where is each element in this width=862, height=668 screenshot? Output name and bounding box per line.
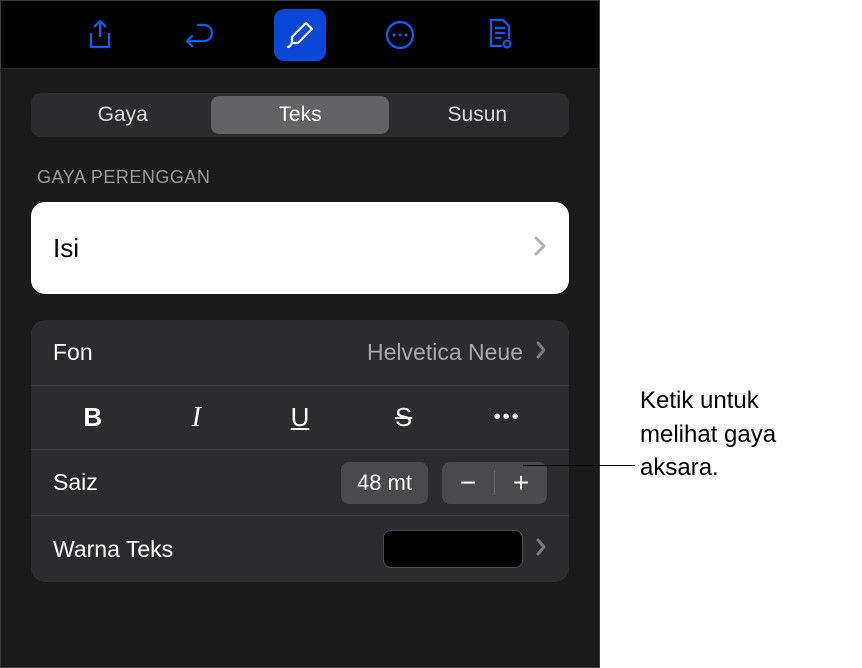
font-panel: Fon Helvetica Neue B I U S ••• Saiz 48 m… xyxy=(31,320,569,582)
more-text-options-button[interactable]: ••• xyxy=(455,396,559,440)
text-color-row[interactable]: Warna Teks xyxy=(31,516,569,582)
size-value-field[interactable]: 48 mt xyxy=(341,462,428,504)
size-increase-button[interactable]: + xyxy=(495,462,547,504)
chevron-right-icon xyxy=(533,235,547,262)
format-button[interactable] xyxy=(274,9,326,61)
text-color-label: Warna Teks xyxy=(53,536,173,563)
bold-button[interactable]: B xyxy=(41,396,145,440)
font-value: Helvetica Neue xyxy=(367,339,523,366)
undo-icon xyxy=(184,20,216,50)
format-panel: Gaya Teks Susun GAYA PERENGGAN Isi Fon H… xyxy=(0,0,600,668)
section-label-paragraph-style: GAYA PERENGGAN xyxy=(37,167,569,188)
italic-button[interactable]: I xyxy=(145,396,249,440)
more-button[interactable] xyxy=(374,9,426,61)
tab-teks[interactable]: Teks xyxy=(211,96,388,134)
text-color-swatch[interactable] xyxy=(383,530,523,568)
underline-button[interactable]: U xyxy=(248,396,352,440)
font-row[interactable]: Fon Helvetica Neue xyxy=(31,320,569,386)
tab-gaya[interactable]: Gaya xyxy=(34,96,211,134)
top-toolbar xyxy=(1,1,599,69)
tab-segmented-control: Gaya Teks Susun xyxy=(31,93,569,137)
share-icon xyxy=(86,19,114,51)
share-button[interactable] xyxy=(74,9,126,61)
callout-text: Ketik untuk melihat gaya aksara. xyxy=(640,384,840,485)
undo-button[interactable] xyxy=(174,9,226,61)
callout-leader-line xyxy=(523,465,635,466)
paragraph-style-value: Isi xyxy=(53,233,79,264)
strikethrough-button[interactable]: S xyxy=(352,396,456,440)
size-stepper: − + xyxy=(442,462,547,504)
size-label: Saiz xyxy=(53,469,98,496)
paintbrush-icon xyxy=(284,19,316,51)
size-row: Saiz 48 mt − + xyxy=(31,450,569,516)
chevron-right-icon xyxy=(535,340,547,365)
font-label: Fon xyxy=(53,339,93,366)
size-decrease-button[interactable]: − xyxy=(442,462,494,504)
format-content: Gaya Teks Susun GAYA PERENGGAN Isi Fon H… xyxy=(1,69,599,582)
more-circle-icon xyxy=(384,19,416,51)
document-button[interactable] xyxy=(474,9,526,61)
text-style-buttons: B I U S ••• xyxy=(31,386,569,450)
tab-susun[interactable]: Susun xyxy=(389,96,566,134)
paragraph-style-selector[interactable]: Isi xyxy=(31,202,569,294)
document-icon xyxy=(485,18,515,52)
chevron-right-icon xyxy=(535,537,547,562)
